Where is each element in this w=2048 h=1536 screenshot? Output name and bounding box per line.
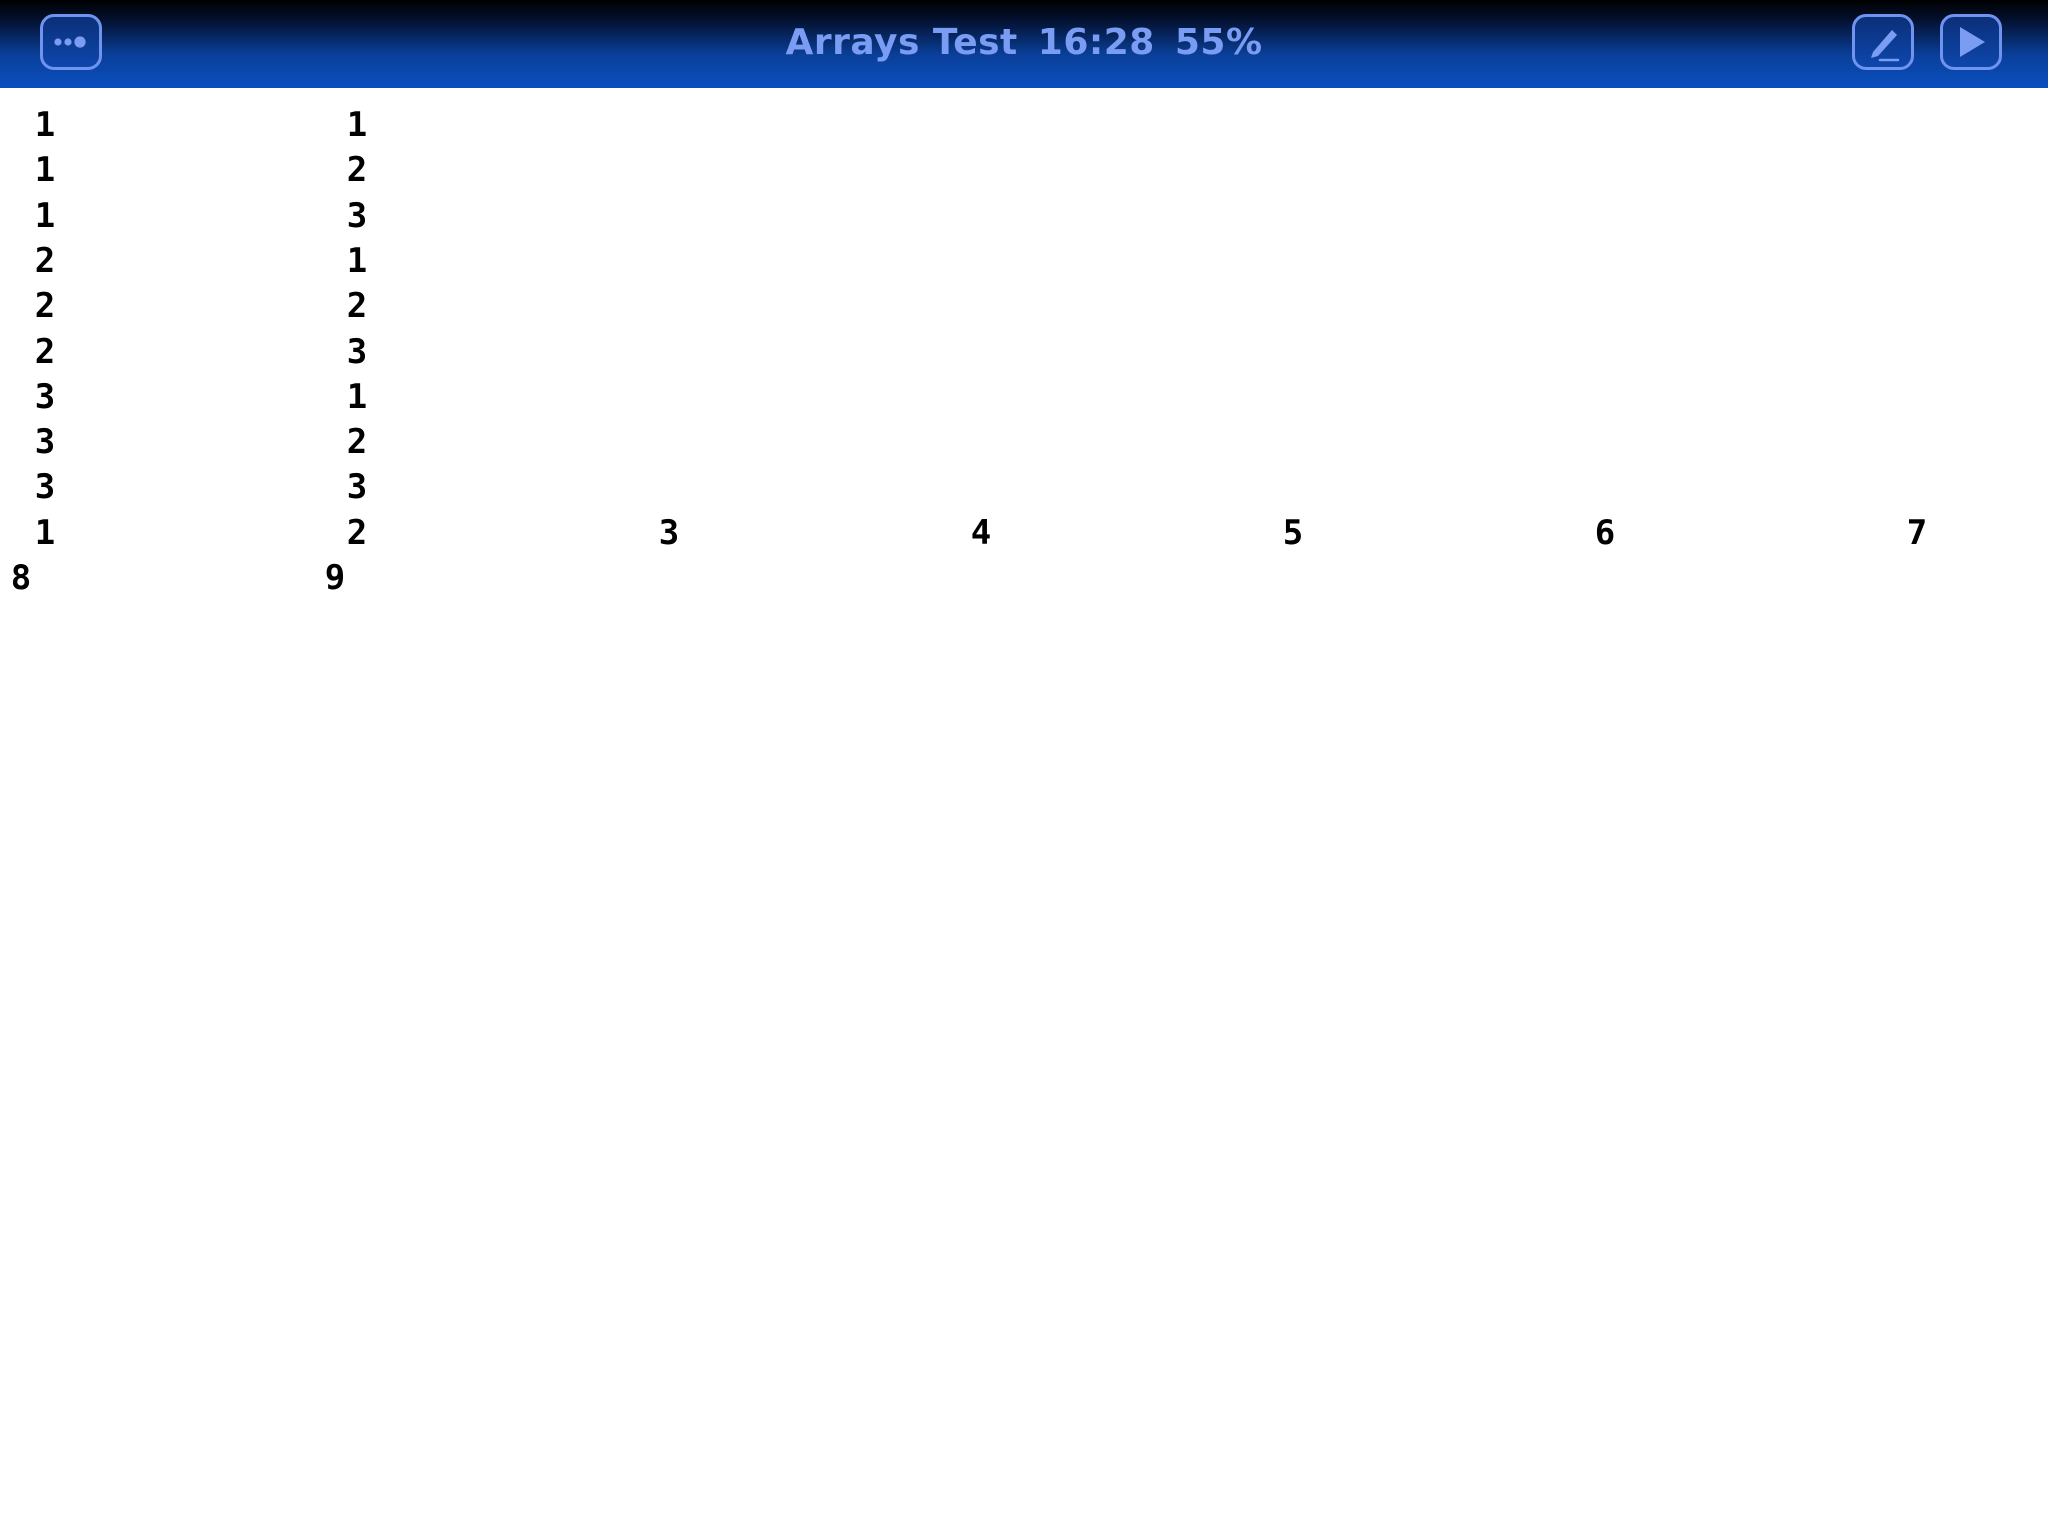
output-value: 1	[346, 240, 368, 281]
output-value: 2	[346, 150, 368, 191]
output-value: 3	[34, 467, 56, 508]
output-value: 1	[34, 105, 56, 145]
output-value: 1	[346, 105, 368, 145]
output-value: 7	[1906, 512, 1928, 553]
output-value: 4	[970, 512, 992, 553]
console-output: 111213212223313233123456789	[0, 0, 2048, 1536]
output-value: 2	[346, 286, 368, 327]
output-value: 8	[10, 558, 32, 598]
output-value: 1	[34, 150, 56, 191]
output-value: 3	[346, 331, 368, 372]
output-value: 3	[346, 195, 368, 236]
output-value: 2	[34, 286, 56, 327]
output-value: 1	[346, 376, 368, 417]
output-value: 3	[34, 376, 56, 417]
output-value: 1	[34, 195, 56, 236]
output-value: 3	[658, 512, 680, 553]
output-value: 6	[1594, 512, 1616, 553]
output-value: 3	[346, 467, 368, 508]
output-value: 2	[34, 240, 56, 281]
output-value: 5	[1282, 512, 1304, 553]
output-value: 2	[346, 422, 368, 463]
output-value: 3	[34, 422, 56, 463]
output-value: 2	[346, 512, 368, 553]
output-value: 9	[324, 558, 346, 598]
output-value: 2	[34, 331, 56, 372]
output-value: 1	[34, 512, 56, 553]
